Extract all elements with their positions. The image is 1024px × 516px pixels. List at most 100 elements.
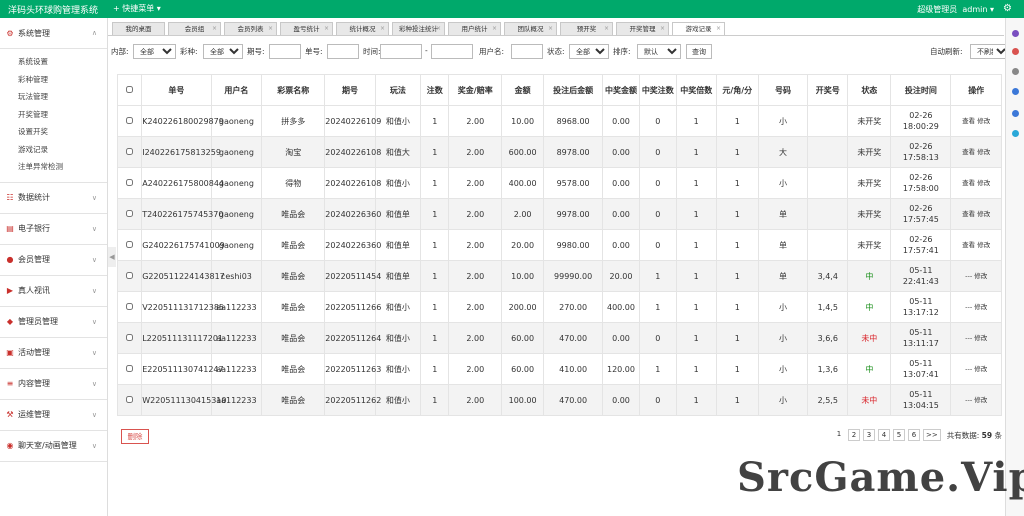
rail-grey-icon[interactable] — [1012, 68, 1019, 75]
table-cell: 410.00 — [543, 353, 604, 385]
danhao-input[interactable] — [327, 44, 359, 59]
row-checkbox[interactable] — [126, 147, 134, 155]
close-icon[interactable]: × — [716, 23, 721, 35]
row-actions[interactable]: 查看 修改 — [962, 210, 990, 218]
row-actions[interactable]: 查看 修改 — [962, 148, 990, 156]
tab-5[interactable]: 彩种投注统计 × — [392, 22, 445, 35]
tab-6[interactable]: 用户统计 × — [448, 22, 501, 35]
rail-red-icon[interactable] — [1012, 48, 1019, 55]
close-icon[interactable]: × — [380, 23, 385, 35]
row-actions[interactable]: 查看 修改 — [962, 241, 990, 249]
row-actions[interactable]: --- 修改 — [965, 272, 987, 280]
tab-1[interactable]: 会员组 × — [168, 22, 221, 35]
sidebar-group-5[interactable]: ◆ 管理员管理 ∨ — [0, 307, 107, 338]
row-actions[interactable]: 查看 修改 — [962, 179, 990, 187]
table-cell: 20240226108 — [324, 167, 381, 199]
table-cell: 2.00 — [448, 105, 503, 137]
table-cell: 20.00 — [501, 229, 545, 261]
gear-icon[interactable]: ⚙ — [1003, 3, 1012, 14]
row-checkbox[interactable] — [126, 333, 134, 341]
query-button[interactable]: 查询 — [686, 44, 712, 59]
row-checkbox[interactable] — [126, 395, 134, 403]
row-checkbox[interactable] — [126, 240, 134, 248]
close-icon[interactable]: × — [604, 23, 609, 35]
row-actions[interactable]: --- 修改 — [965, 334, 987, 342]
sidebar-group-0[interactable]: ⚙ 系统管理 ∧ — [0, 18, 107, 49]
neibu-select[interactable]: 全部 — [133, 44, 176, 59]
sidebar-item[interactable]: 彩种管理 — [0, 71, 107, 89]
page-link[interactable]: 5 — [893, 429, 906, 441]
tab-7[interactable]: 团队概况 × — [504, 22, 557, 35]
close-icon[interactable]: × — [268, 23, 273, 35]
username[interactable]: admin ▾ — [962, 5, 994, 14]
row-checkbox[interactable] — [126, 364, 134, 372]
tab-10[interactable]: 游戏记录 × — [672, 22, 725, 35]
page-link[interactable]: 6 — [908, 429, 921, 441]
sidebar-item[interactable]: 注单异常检测 — [0, 158, 107, 176]
row-checkbox[interactable] — [126, 302, 134, 310]
tab-2[interactable]: 会员列表 × — [224, 22, 277, 35]
sidebar-group-6[interactable]: ▣ 活动管理 ∨ — [0, 338, 107, 369]
status-select[interactable]: 全部 — [569, 44, 609, 59]
table-cell: 和值大 — [374, 136, 422, 168]
sidebar-group-8[interactable]: ⚒ 运维管理 ∨ — [0, 400, 107, 431]
tab-8[interactable]: 预开奖 × — [560, 22, 613, 35]
close-icon[interactable]: × — [492, 23, 497, 35]
username-input[interactable] — [511, 44, 543, 59]
rail-outlook-icon[interactable] — [1012, 110, 1019, 117]
gift-icon: ▣ — [6, 348, 14, 357]
sidebar-group-4[interactable]: ▶ 真人视讯 ∨ — [0, 276, 107, 307]
row-checkbox[interactable] — [126, 209, 134, 217]
page-link[interactable]: 4 — [878, 429, 891, 441]
sidebar-group-3[interactable]: ● 会员管理 ∨ — [0, 245, 107, 276]
user-menu[interactable]: 超级管理员 admin ▾ — [917, 4, 994, 15]
auto-refresh-select[interactable]: 不刷新 — [970, 44, 1010, 59]
close-icon[interactable]: × — [212, 23, 217, 35]
sidebar-item[interactable]: 设置开奖 — [0, 123, 107, 141]
close-icon[interactable]: × — [324, 23, 329, 35]
row-actions[interactable]: --- 修改 — [965, 303, 987, 311]
sidebar-item[interactable]: 系统设置 — [0, 53, 107, 71]
qihao-input[interactable] — [269, 44, 301, 59]
rail-purple-icon[interactable] — [1012, 30, 1019, 37]
sidebar-item[interactable]: 游戏记录 — [0, 141, 107, 159]
caizhong-select[interactable]: 全部 — [203, 44, 243, 59]
tab-9[interactable]: 开奖管理 × — [616, 22, 669, 35]
quick-menu-button[interactable]: + 快捷菜单 ▾ — [113, 3, 161, 14]
page-link[interactable]: 1 — [833, 429, 845, 441]
row-checkbox[interactable] — [126, 116, 134, 124]
table-cell: 20240226360 — [324, 229, 381, 261]
close-icon[interactable]: × — [548, 23, 553, 35]
sort-select[interactable]: 默认 — [637, 44, 681, 59]
row-actions[interactable]: 查看 修改 — [962, 117, 990, 125]
sidebar-group-9[interactable]: ◉ 聊天室/动画管理 ∨ — [0, 431, 107, 462]
time-start-input[interactable] — [380, 44, 422, 59]
select-all-checkbox[interactable] — [126, 85, 134, 93]
page-link[interactable]: >> — [923, 429, 941, 441]
tab-4[interactable]: 统计概况 × — [336, 22, 389, 35]
table-cell: 唯品会 — [261, 291, 326, 323]
close-icon[interactable]: × — [660, 23, 665, 35]
rail-blue-icon[interactable] — [1012, 88, 1019, 95]
sidebar-group-2[interactable]: ▤ 电子银行 ∨ — [0, 214, 107, 245]
row-checkbox[interactable] — [126, 178, 134, 186]
rail-edge-icon[interactable] — [1012, 130, 1019, 137]
table-cell: 02-26 17:58:13 — [890, 136, 952, 168]
sidebar-collapse-handle[interactable]: ◀ — [108, 247, 116, 267]
delete-button[interactable]: 删除 — [121, 429, 149, 444]
row-actions[interactable]: --- 修改 — [965, 365, 987, 373]
tab-3[interactable]: 盈亏统计 × — [280, 22, 333, 35]
time-end-input[interactable] — [431, 44, 473, 59]
page-link[interactable]: 2 — [848, 429, 861, 441]
table-cell: 20220511263 — [324, 353, 381, 385]
row-actions[interactable]: --- 修改 — [965, 396, 987, 404]
tab-0[interactable]: 我的桌面 — [112, 22, 165, 35]
sidebar-item[interactable]: 开奖管理 — [0, 106, 107, 124]
sidebar-group-7[interactable]: ≡ 内容管理 ∨ — [0, 369, 107, 400]
row-checkbox[interactable] — [126, 271, 134, 279]
select-all-cell — [116, 74, 143, 106]
close-icon[interactable]: × — [436, 23, 441, 35]
sidebar-item[interactable]: 玩法管理 — [0, 88, 107, 106]
sidebar-group-1[interactable]: ☷ 数据统计 ∨ — [0, 183, 107, 214]
page-link[interactable]: 3 — [863, 429, 876, 441]
